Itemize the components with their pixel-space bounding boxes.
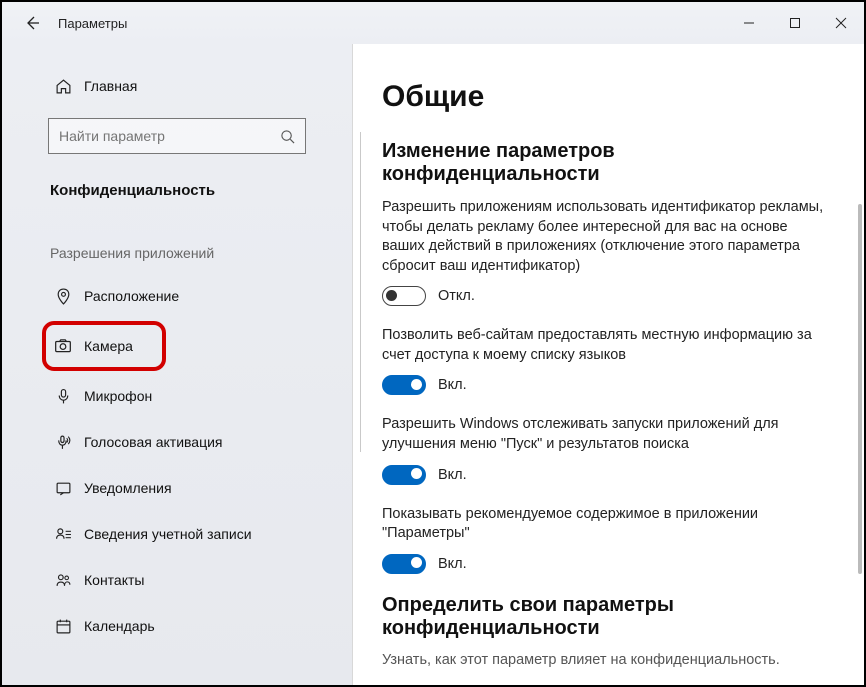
content-area: Общие Изменение параметров конфиденциаль… <box>352 44 864 685</box>
camera-icon <box>54 337 72 355</box>
sidebar-item-label: Уведомления <box>84 480 172 496</box>
sidebar-item-label: Расположение <box>84 288 179 304</box>
setting-app-launch-tracking: Разрешить Windows отслеживать запуски пр… <box>382 415 834 484</box>
home-icon <box>54 77 72 95</box>
contacts-icon <box>54 571 72 589</box>
toggle-language-list[interactable] <box>382 375 426 395</box>
sidebar-item-label: Контакты <box>84 572 144 588</box>
sidebar-item-label: Сведения учетной записи <box>84 526 252 542</box>
setting-description: Показывать рекомендуемое содержимое в пр… <box>382 505 834 544</box>
sidebar-item-calendar[interactable]: Календарь <box>2 603 352 649</box>
calendar-icon <box>54 617 72 635</box>
toggle-ad-id[interactable] <box>382 286 426 306</box>
sidebar-item-account-info[interactable]: Сведения учетной записи <box>2 511 352 557</box>
setting-suggested-content: Показывать рекомендуемое содержимое в пр… <box>382 505 834 574</box>
page-title: Общие <box>382 80 834 114</box>
sidebar-section-label: Разрешения приложений <box>2 219 352 273</box>
sidebar-category: Конфиденциальность <box>2 174 352 219</box>
voice-icon <box>54 433 72 451</box>
search-icon <box>280 129 295 144</box>
microphone-icon <box>54 387 72 405</box>
sidebar-item-label: Голосовая активация <box>84 434 223 450</box>
setting-description: Разрешить приложениям использовать идент… <box>382 198 834 276</box>
notifications-icon <box>54 479 72 497</box>
toggle-state-label: Откл. <box>438 288 475 304</box>
sidebar-item-contacts[interactable]: Контакты <box>2 557 352 603</box>
account-info-icon <box>54 525 72 543</box>
sidebar-item-camera[interactable]: Камера <box>42 321 166 371</box>
location-icon <box>54 287 72 305</box>
privacy-learn-more-text: Узнать, как этот параметр влияет на конф… <box>382 652 834 668</box>
titlebar: Параметры <box>2 2 864 44</box>
sidebar-item-home[interactable]: Главная <box>2 68 352 104</box>
window-title: Параметры <box>58 16 127 31</box>
sidebar-item-voice-activation[interactable]: Голосовая активация <box>2 419 352 465</box>
sidebar-item-label: Календарь <box>84 618 155 634</box>
setting-ad-id: Разрешить приложениям использовать идент… <box>382 198 834 306</box>
toggle-state-label: Вкл. <box>438 556 467 572</box>
sidebar-item-label: Камера <box>84 338 133 354</box>
toggle-suggested-content[interactable] <box>382 554 426 574</box>
sidebar-item-notifications[interactable]: Уведомления <box>2 465 352 511</box>
arrow-left-icon <box>24 15 40 31</box>
setting-language-list: Позволить веб-сайтам предоставлять местн… <box>382 326 834 395</box>
scrollbar[interactable] <box>858 204 862 574</box>
toggle-app-launch-tracking[interactable] <box>382 465 426 485</box>
toggle-state-label: Вкл. <box>438 377 467 393</box>
sidebar-item-microphone[interactable]: Микрофон <box>2 373 352 419</box>
maximize-button[interactable] <box>772 2 818 44</box>
sidebar-item-label: Микрофон <box>84 388 152 404</box>
sidebar-item-location[interactable]: Расположение <box>2 273 352 319</box>
sidebar-home-label: Главная <box>84 78 137 94</box>
search-input[interactable] <box>59 128 280 144</box>
close-button[interactable] <box>818 2 864 44</box>
sidebar: Главная Конфиденциальность Разрешения пр… <box>2 44 352 685</box>
toggle-state-label: Вкл. <box>438 467 467 483</box>
search-box[interactable] <box>48 118 306 154</box>
setting-description: Разрешить Windows отслеживать запуски пр… <box>382 415 834 454</box>
back-button[interactable] <box>10 2 54 44</box>
window-controls <box>726 2 864 44</box>
minimize-button[interactable] <box>726 2 772 44</box>
section-heading-define-privacy: Определить свои параметры конфиденциальн… <box>382 594 834 640</box>
section-heading-privacy-change: Изменение параметров конфиденциальности <box>382 140 834 186</box>
setting-description: Позволить веб-сайтам предоставлять местн… <box>382 326 834 365</box>
